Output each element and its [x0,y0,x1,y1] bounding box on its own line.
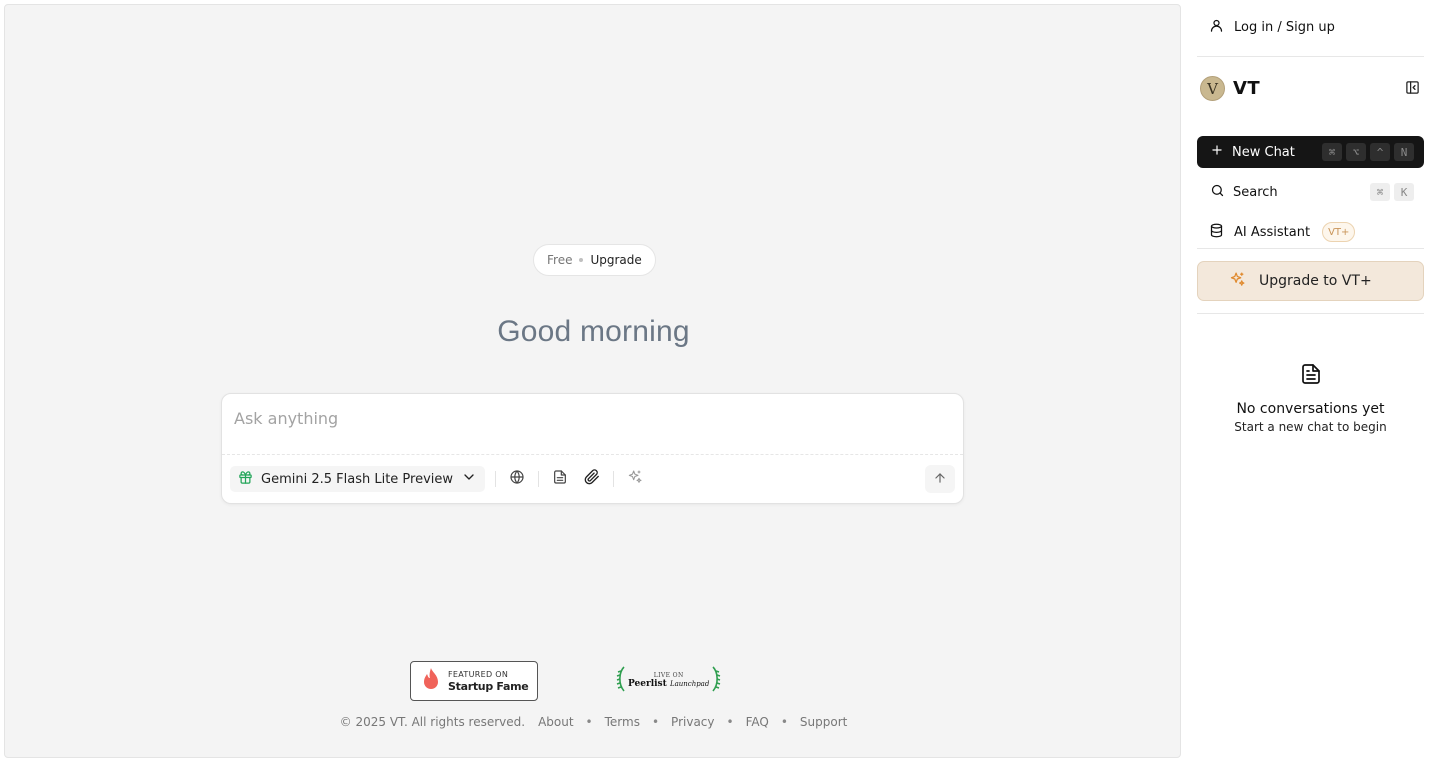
login-signup-button[interactable]: Log in / Sign up [1197,12,1424,42]
empty-conversations: No conversations yet Start a new chat to… [1197,362,1424,434]
toolbar-separator [613,471,615,487]
laurel-right-icon [711,666,721,696]
brand[interactable]: V VT [1200,76,1260,101]
footer-link-support[interactable]: Support [800,715,847,729]
footer-link-terms[interactable]: Terms [605,715,640,729]
composer-toolbar: Gemini 2.5 Flash Lite Preview [230,465,955,493]
startup-fame-badge[interactable]: FEATURED ON Startup Fame [410,661,538,701]
new-chat-shortcut: ⌘ ⌥ ^ N [1322,143,1414,161]
database-icon [1209,223,1224,242]
chat-composer: Gemini 2.5 Flash Lite Preview [221,393,964,504]
kbd-key: ⌥ [1346,143,1366,161]
footer-bullet: • [726,715,734,729]
globe-icon [509,469,525,489]
search-shortcut: ⌘ K [1370,183,1414,201]
plus-icon [1210,143,1224,161]
sidebar-divider [1197,313,1424,314]
greeting-heading: Good morning [497,315,690,348]
footer-link-about[interactable]: About [538,715,573,729]
toolbar-separator [538,471,540,487]
featured-badges: FEATURED ON Startup Fame LIVE ON Peerlis… [410,661,721,701]
collapse-sidebar-button[interactable] [1403,80,1421,98]
document-icon [552,469,568,489]
kbd-key: N [1394,143,1414,161]
flame-icon [422,667,440,695]
plan-upgrade-link[interactable]: Upgrade [590,253,641,267]
plan-pill[interactable]: Free Upgrade [533,244,656,276]
panel-collapse-icon [1405,80,1420,99]
vt-logo-icon: V [1200,76,1225,101]
peerlist-launchpad: Launchpad [669,680,710,688]
arrow-up-icon [933,470,947,489]
sidebar-divider [1197,248,1424,249]
send-button[interactable] [925,465,955,493]
kbd-key: ^ [1370,143,1390,161]
web-search-button[interactable] [506,468,528,490]
gift-icon [238,470,253,489]
peerlist-name: Peerlist [628,679,667,689]
footer: © 2025 VT. All rights reserved. About • … [5,715,1182,729]
chat-input[interactable] [234,404,949,432]
empty-title: No conversations yet [1236,401,1385,417]
search-label: Search [1233,184,1278,200]
ai-assistant-label: AI Assistant [1234,224,1311,240]
attach-file-button[interactable] [581,468,603,490]
footer-bullet: • [780,715,788,729]
paperclip-icon [584,469,600,489]
plan-separator-dot [579,258,584,262]
enhance-prompt-button[interactable] [624,468,646,490]
peerlist-badge[interactable]: LIVE ON Peerlist Launchpad [616,661,721,701]
document-button[interactable] [549,468,571,490]
footer-link-privacy[interactable]: Privacy [671,715,714,729]
user-icon [1209,18,1224,37]
model-label: Gemini 2.5 Flash Lite Preview [261,471,454,487]
login-label: Log in / Sign up [1234,19,1335,35]
kbd-key: ⌘ [1370,183,1390,201]
chevron-down-icon [461,469,477,489]
sparkle-icon [1229,271,1246,292]
model-selector[interactable]: Gemini 2.5 Flash Lite Preview [230,466,486,492]
kbd-key: ⌘ [1322,143,1342,161]
composer-divider [222,454,963,455]
brand-name: VT [1233,78,1261,99]
footer-link-faq[interactable]: FAQ [746,715,769,729]
new-chat-label: New Chat [1232,144,1295,160]
vt-plus-badge: VT+ [1322,222,1356,242]
sparkle-icon [627,469,643,489]
upgrade-vt-plus-button[interactable]: Upgrade to VT+ [1197,261,1424,301]
new-chat-button[interactable]: New Chat ⌘ ⌥ ^ N [1197,136,1424,168]
search-icon [1210,183,1225,202]
sidebar-divider [1197,56,1424,57]
search-button[interactable]: Search ⌘ K [1197,177,1424,207]
sidebar: Log in / Sign up V VT New Chat ⌘ ⌥ ^ N S… [1181,0,1440,761]
ai-assistant-button[interactable]: AI Assistant VT+ [1197,219,1424,245]
footer-bullet: • [585,715,593,729]
laurel-left-icon [616,666,626,696]
empty-subtitle: Start a new chat to begin [1234,420,1387,434]
startup-fame-small-text: FEATURED ON [448,669,509,679]
toolbar-separator [495,471,497,487]
upgrade-label: Upgrade to VT+ [1259,273,1372,289]
main-panel: Free Upgrade Good morning Gemini 2.5 Fla… [4,4,1181,758]
document-icon [1299,362,1323,390]
copyright-text: © 2025 VT. All rights reserved. [339,715,526,729]
plan-free-label: Free [547,253,573,267]
kbd-key: K [1394,183,1414,201]
footer-bullet: • [651,715,660,729]
startup-fame-name: Startup Fame [448,679,529,693]
